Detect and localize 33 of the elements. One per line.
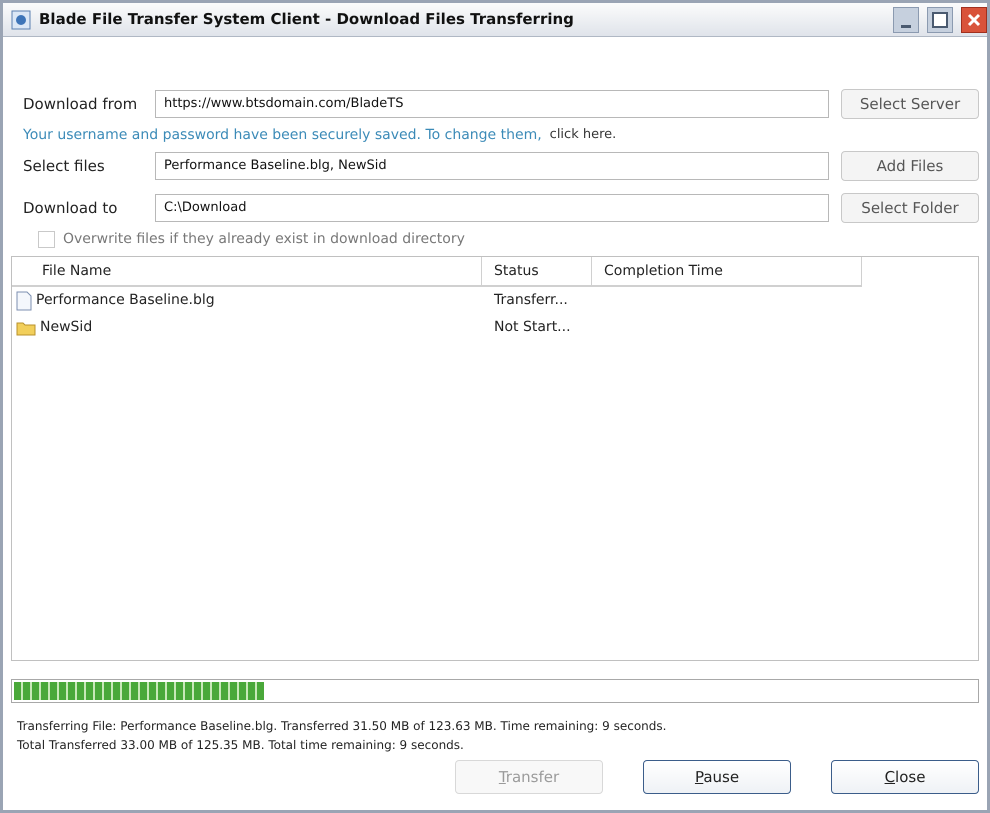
- add-files-button[interactable]: Add Files: [841, 151, 979, 181]
- checkbox[interactable]: [38, 230, 55, 248]
- status-cell-text: Transferr...: [493, 291, 569, 310]
- maximize-button[interactable]: [927, 6, 953, 32]
- select-folder-button[interactable]: Select Folder: [841, 193, 979, 223]
- document-icon: [16, 290, 32, 310]
- column-header[interactable]: Completion Time: [592, 257, 862, 285]
- status-text: Transferring File: Performance Baseline.blg. Transferred 31.50 MB of 123.63 MB. Time remaining: 9 seconds.: [17, 718, 668, 735]
- column-header[interactable]: File Name: [12, 257, 482, 285]
- dialog-button: Transfer: [455, 760, 603, 794]
- app-icon: [11, 10, 31, 30]
- close-icon: [966, 12, 982, 28]
- folder-icon: [16, 320, 36, 336]
- status-text: Total Transferred 33.00 MB of 125.35 MB. Total time remaining: 9 seconds.: [17, 737, 465, 754]
- field-label: Download from: [22, 94, 138, 115]
- minimize-button[interactable]: [893, 6, 919, 32]
- files-field[interactable]: Performance Baseline.blg, NewSid: [155, 152, 829, 180]
- window-title: Blade File Transfer System Client - Download Files Transferring: [39, 9, 575, 30]
- file-name: NewSid: [40, 318, 92, 337]
- folder-field[interactable]: C:\Download: [155, 194, 829, 222]
- click-here-link[interactable]: click here.: [550, 125, 616, 145]
- field-label: Select files: [22, 156, 106, 177]
- file-name: Performance Baseline.blg: [36, 291, 215, 310]
- checkbox-label: Overwrite files if they already exist in download directory: [63, 230, 465, 248]
- url-field[interactable]: https://www.btsdomain.com/BladeTS: [155, 90, 829, 118]
- column-header[interactable]: Status: [482, 257, 592, 285]
- saved-notice: Your username and password have been securely saved. To change them,: [23, 126, 542, 144]
- status-cell-text: Not Start...: [493, 318, 572, 337]
- select-server-button[interactable]: Select Server: [841, 89, 979, 119]
- dialog-button[interactable]: Close: [831, 760, 979, 794]
- dialog-button[interactable]: Pause: [643, 760, 791, 794]
- field-label: Download to: [22, 198, 118, 219]
- close-window-button[interactable]: [961, 6, 987, 32]
